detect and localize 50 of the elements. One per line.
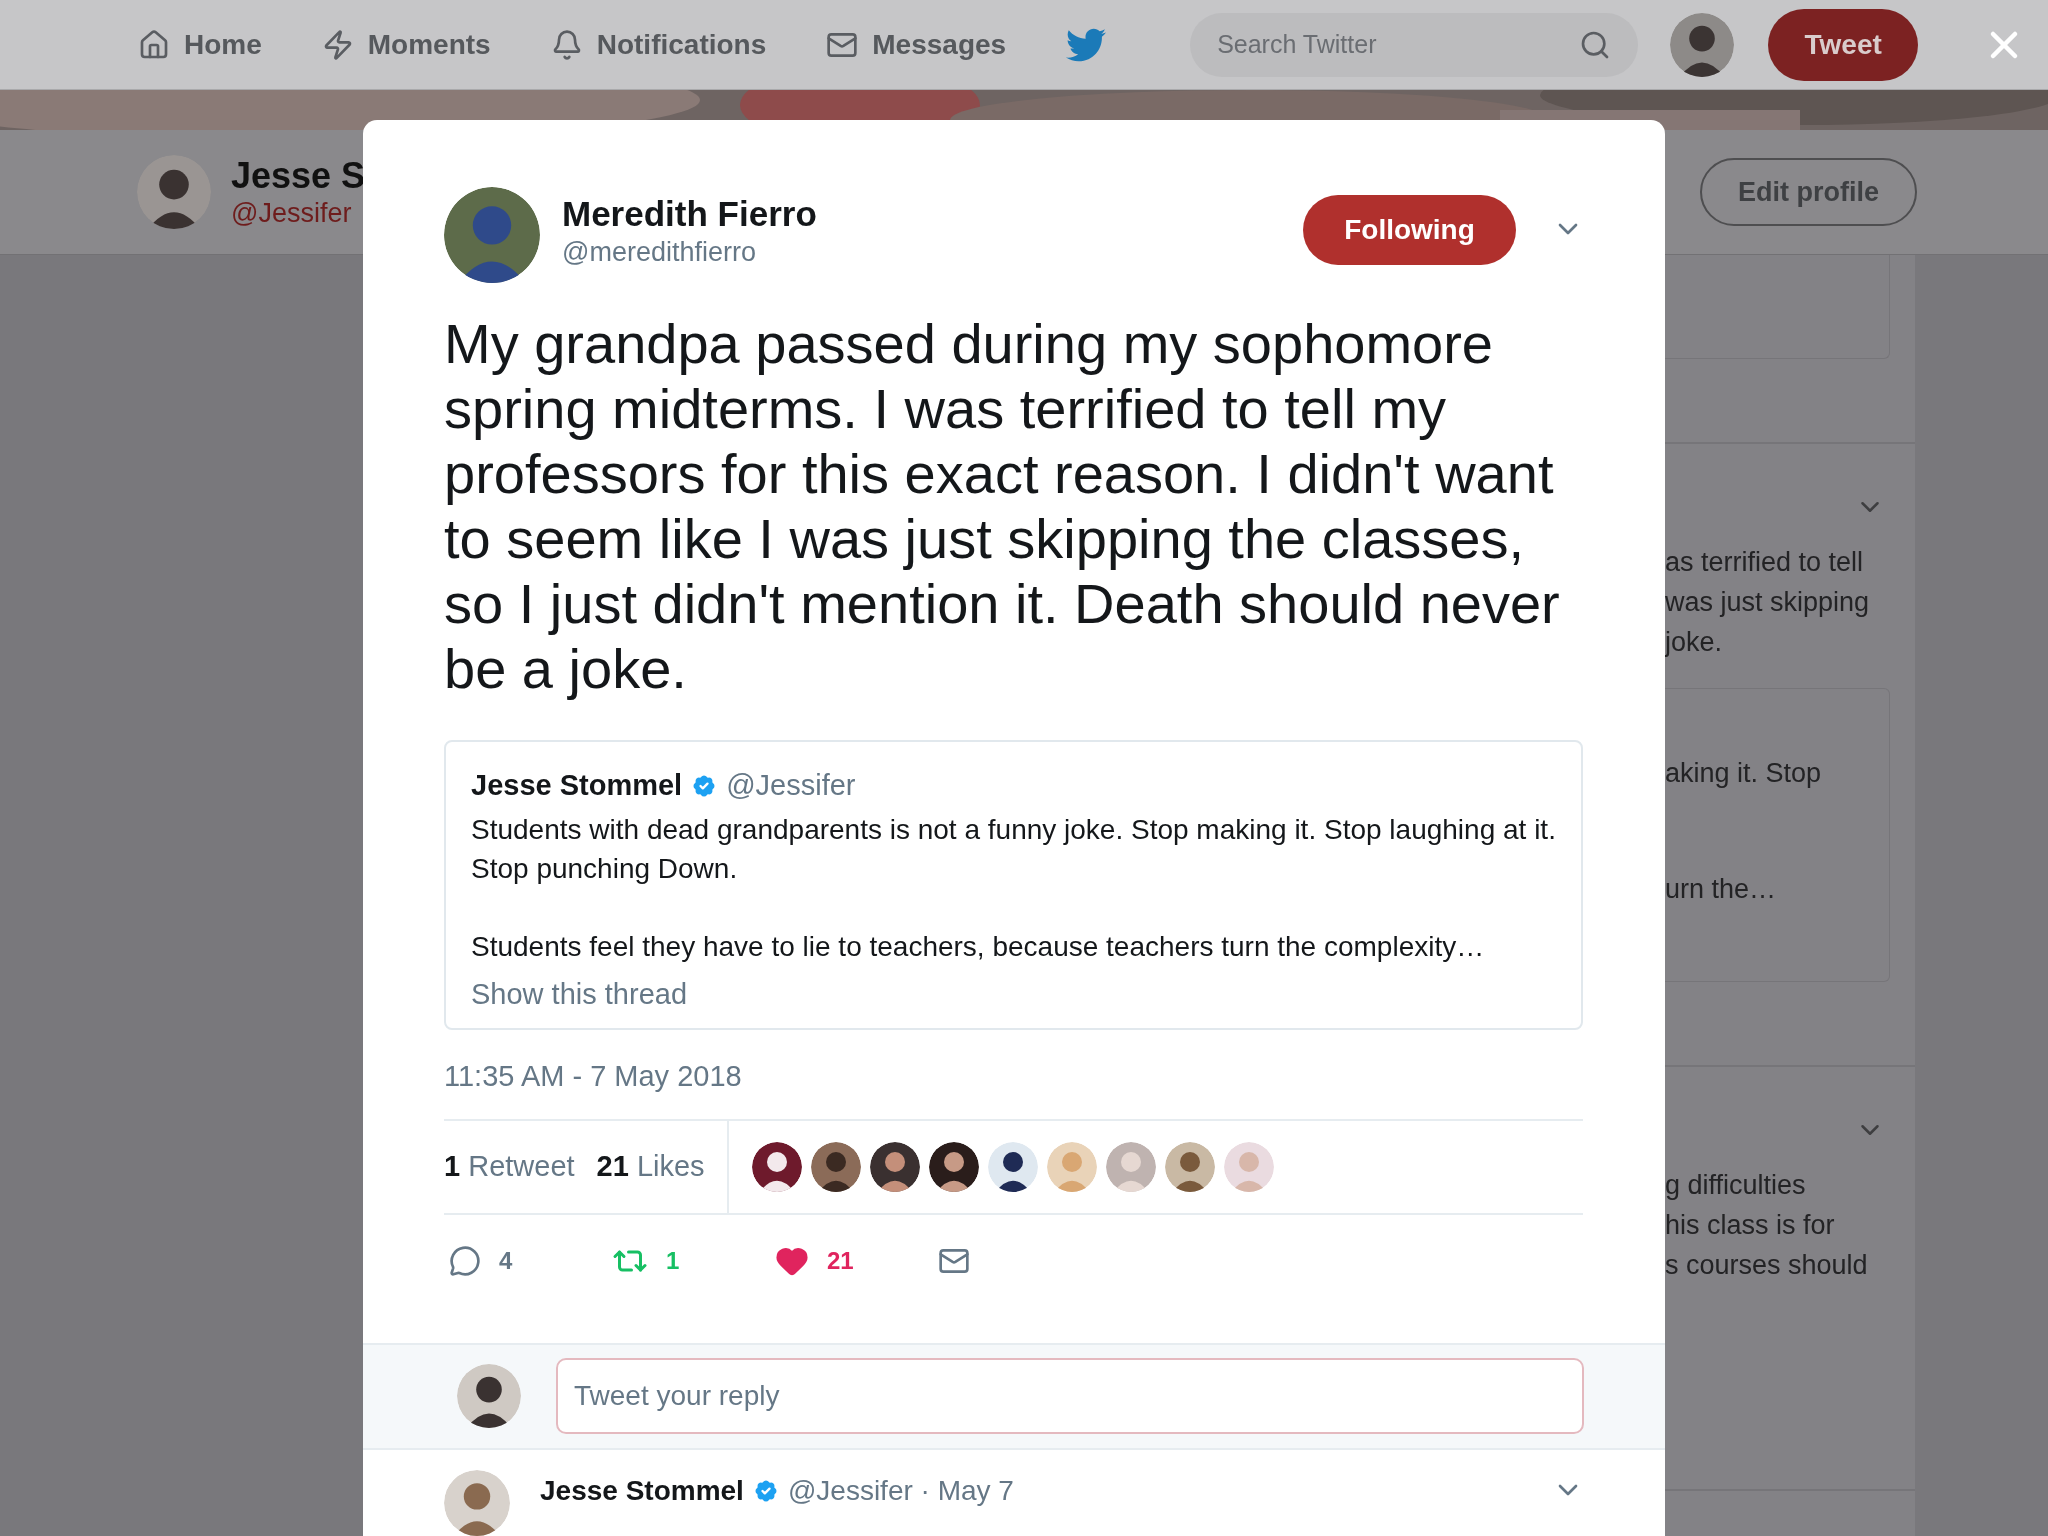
tweet-text: My grandpa passed during my sophomore spring midterms. I was terrified to tell my professors for this exact reason. I didn't want to seem like I was just skipping the classes, so I just didn't mention it. Death should never be a joke. bbox=[444, 311, 1561, 701]
nav-link[interactable]: Home bbox=[138, 23, 262, 66]
search-field[interactable]: Search Twitter bbox=[1190, 12, 1639, 77]
tweet-text-line: as terrified to tell bbox=[1665, 546, 1865, 579]
quote-text-line: urn the… bbox=[1665, 873, 1778, 906]
author-name[interactable]: Meredith Fierro bbox=[562, 193, 817, 235]
stat-link[interactable]: 21 Likes bbox=[596, 1144, 705, 1189]
tweet-text-line: g difficulties bbox=[1665, 1169, 1807, 1202]
liker-avatar bbox=[751, 1141, 802, 1192]
quoted-tweet-card[interactable] bbox=[444, 740, 1583, 1030]
tweet-text-line: was just skipping bbox=[1665, 586, 1871, 619]
quoted-tweet-text: Students feel they have to lie to teachers, because teachers turn the complexity… bbox=[471, 929, 1486, 964]
stat-link[interactable]: 1 Retweet bbox=[444, 1144, 575, 1189]
author-handle: @meredithfierro bbox=[562, 236, 757, 269]
quoted-author-handle: @Jessifer bbox=[726, 768, 856, 803]
tweet-timestamp: 11:35 AM - 7 May 2018 bbox=[444, 1058, 743, 1094]
home-icon bbox=[138, 28, 170, 61]
liker-avatar bbox=[928, 1141, 979, 1192]
liker-avatar bbox=[987, 1141, 1038, 1192]
tweet-button[interactable]: Tweet bbox=[1768, 8, 1919, 81]
liker-avatar bbox=[1046, 1141, 1097, 1192]
profile-avatar bbox=[1670, 12, 1735, 77]
reply-button[interactable]: 4 bbox=[449, 1242, 513, 1279]
liker-avatar bbox=[1223, 1141, 1274, 1192]
reply-field[interactable]: Tweet your reply bbox=[556, 1358, 1584, 1435]
following-button[interactable]: Following bbox=[1303, 195, 1516, 265]
speech-bubble-icon[interactable] bbox=[449, 1244, 481, 1277]
tweet-text-line: joke. bbox=[1665, 626, 1724, 659]
tweet-avatar bbox=[444, 1470, 510, 1536]
liker-avatar bbox=[1105, 1141, 1156, 1192]
tweet-meta: @Jessifer · May 7 bbox=[787, 1474, 1014, 1508]
profile-name: Jesse S bbox=[231, 155, 366, 197]
quoted-tweet-text: Students with dead grandparents is not a funny joke. Stop making it. Stop laughing at it. Stop punching Down. bbox=[471, 812, 1556, 886]
nav-link[interactable]: Moments bbox=[321, 23, 491, 66]
show-thread-link[interactable]: Show this thread bbox=[471, 973, 1556, 1014]
quote-text-line: aking it. Stop bbox=[1665, 757, 1823, 790]
like-button[interactable]: 21 bbox=[775, 1242, 854, 1279]
liker-avatar bbox=[810, 1141, 861, 1192]
nav-link[interactable]: Notifications bbox=[550, 23, 767, 66]
profile-handle: @Jessifer bbox=[231, 197, 353, 229]
edit-profile-button[interactable]: Edit profile bbox=[1700, 158, 1917, 226]
tweet-text-line: his class is for bbox=[1665, 1209, 1836, 1242]
tweet-text-line: s courses should bbox=[1665, 1249, 1869, 1282]
nav-link[interactable]: Messages bbox=[826, 23, 1007, 66]
tweet-author-name: Jesse Stommel bbox=[540, 1474, 744, 1508]
liker-avatar bbox=[1164, 1141, 1215, 1192]
quoted-author-name: Jesse Stommel bbox=[471, 768, 683, 803]
liker-avatar bbox=[869, 1141, 920, 1192]
retweet-button[interactable]: 1 bbox=[612, 1242, 680, 1279]
user-avatar bbox=[457, 1364, 521, 1429]
